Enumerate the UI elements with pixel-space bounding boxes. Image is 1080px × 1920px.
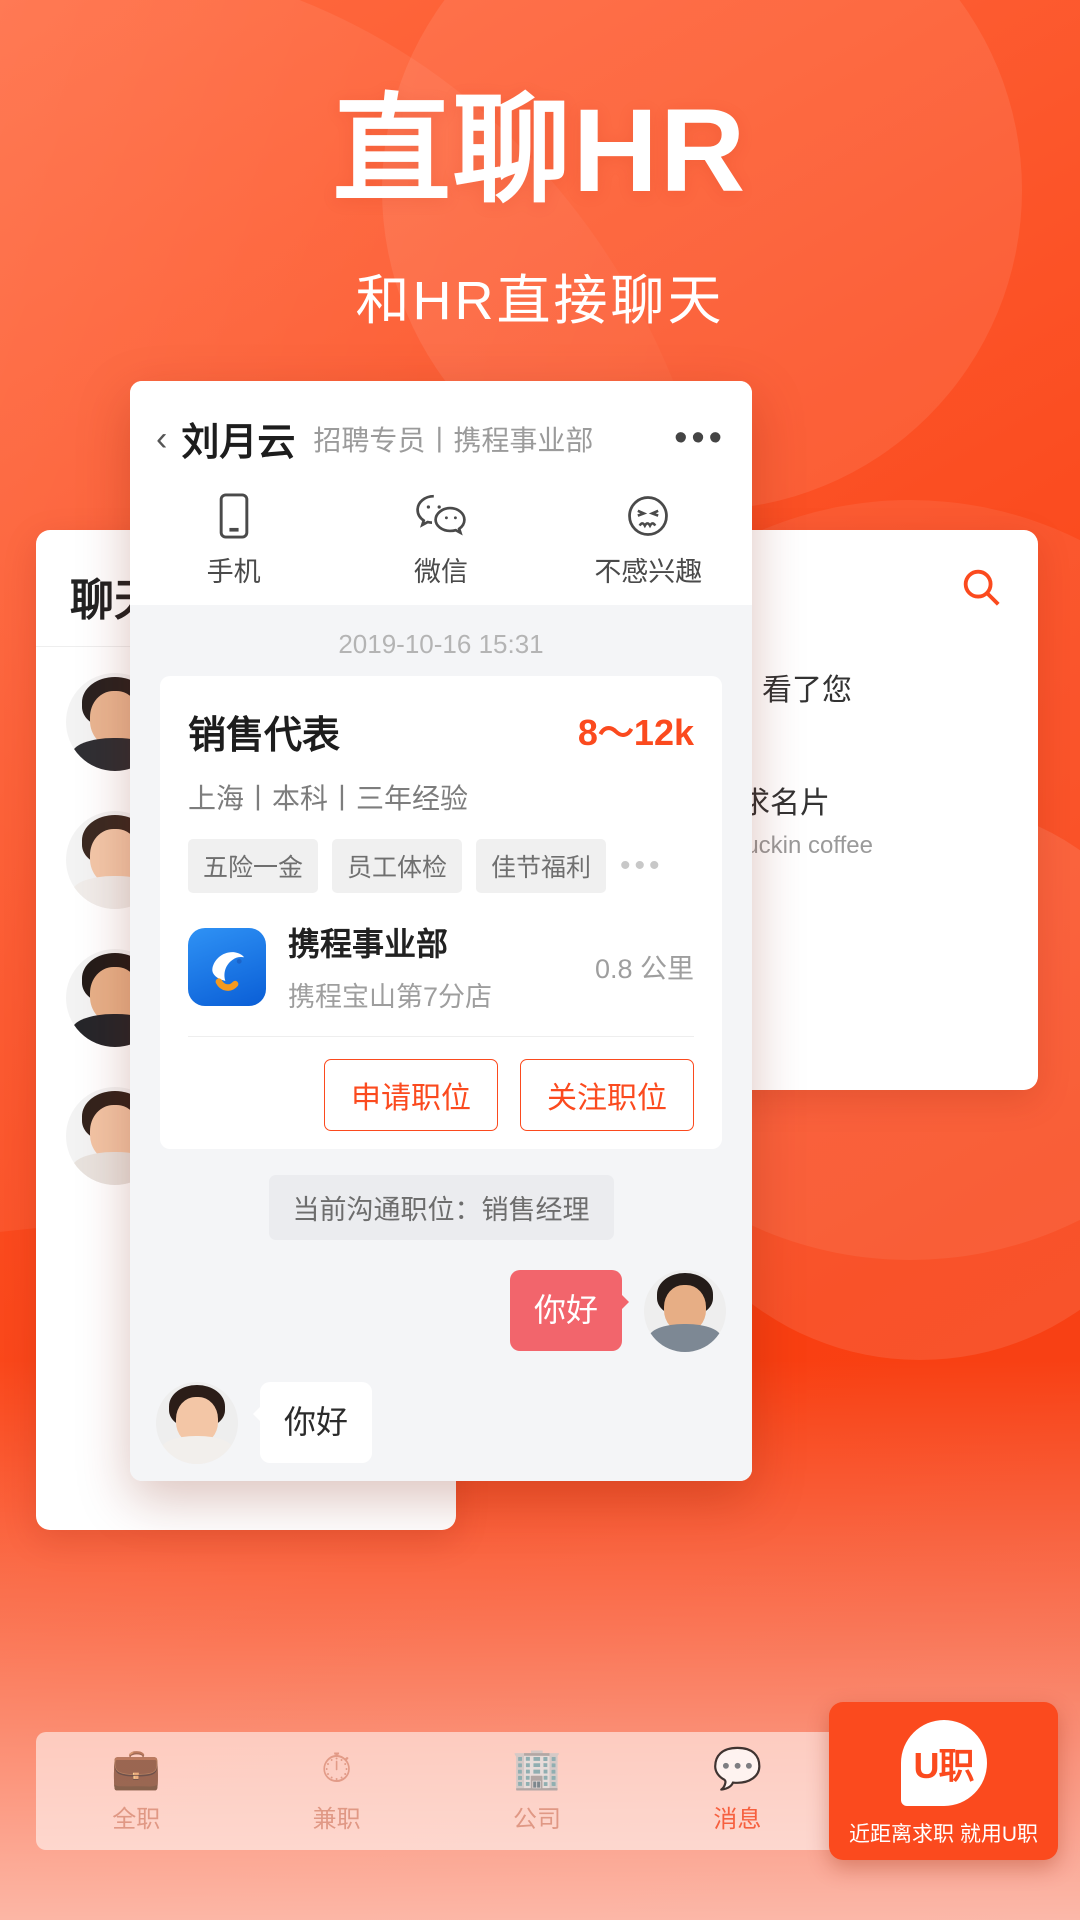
briefcase-icon: 💼: [111, 1746, 162, 1791]
company-distance: 0.8 公里: [594, 954, 694, 984]
action-phone-label: 手机: [206, 557, 261, 587]
company-name: 携程事业部: [288, 926, 449, 962]
tab-fulltime-label: 全职: [112, 1805, 161, 1833]
ctrip-logo-icon: [188, 927, 266, 1006]
tab-parttime[interactable]: ⏱ 兼职: [236, 1749, 436, 1834]
list-item-label: 看了您: [762, 674, 852, 707]
list-item-sublabel: luckin coffee: [740, 832, 873, 859]
job-salary: 8～12k: [577, 712, 694, 753]
action-wechat[interactable]: 微信: [337, 492, 544, 589]
message-timestamp: 2019-10-16 15:31: [338, 629, 544, 659]
tab-company-label: 公司: [513, 1805, 562, 1833]
job-card[interactable]: 销售代表 8～12k 上海丨本科丨三年经验 五险一金 员工体检 佳节福利 •••: [160, 676, 722, 1149]
job-meta: 上海丨本科丨三年经验: [188, 783, 469, 814]
chat-detail-panel: ‹ 刘月云 招聘专员丨携程事业部 ••• 手机 微信 不感兴趣 2019-10-…: [130, 381, 752, 1481]
apply-job-button[interactable]: 申请职位: [324, 1059, 498, 1131]
tab-company[interactable]: 🏢 公司: [437, 1749, 637, 1834]
message-icon: 💬: [712, 1746, 763, 1791]
job-tag: 五险一金: [188, 839, 319, 893]
ujob-logo-icon: U职: [900, 1720, 987, 1806]
job-card-buttons: 申请职位 关注职位: [188, 1037, 694, 1131]
contact-role: 招聘专员丨携程事业部: [313, 424, 594, 456]
chat-action-bar: 手机 微信 不感兴趣: [130, 488, 752, 605]
tab-parttime-label: 兼职: [312, 1805, 361, 1833]
company-text: 携程事业部 携程宝山第7分店: [288, 919, 492, 1014]
chat-header: ‹ 刘月云 招聘专员丨携程事业部 •••: [130, 381, 752, 488]
job-tag: 佳节福利: [476, 839, 607, 893]
company-row[interactable]: 携程事业部 携程宝山第7分店 0.8 公里: [188, 919, 694, 1014]
avatar: [156, 1382, 238, 1464]
tab-fulltime[interactable]: 💼 全职: [36, 1749, 236, 1834]
message-bubble: 你好: [252, 1382, 373, 1464]
chevron-left-icon[interactable]: ‹: [156, 422, 167, 456]
contact-name: 刘月云: [181, 422, 296, 464]
brand-slogan: 近距离求职 就用U职: [849, 1823, 1038, 1846]
job-card-header: 销售代表 8～12k: [188, 704, 694, 759]
action-wechat-label: 微信: [413, 557, 468, 587]
parttime-icon: ⏱: [321, 1746, 353, 1791]
action-phone[interactable]: 手机: [130, 492, 337, 589]
list-item-text-block: 求名片 luckin coffee: [740, 778, 873, 860]
job-title: 销售代表: [188, 715, 341, 757]
message-row: 你好: [130, 1270, 752, 1352]
follow-job-button[interactable]: 关注职位: [520, 1059, 694, 1131]
avatar: [644, 1270, 726, 1352]
search-icon[interactable]: [958, 564, 1004, 615]
action-not-interested[interactable]: 不感兴趣: [545, 492, 752, 589]
current-position-notice: 当前沟通职位：销售经理: [268, 1175, 614, 1240]
company-icon: 🏢: [512, 1746, 562, 1791]
app-brand-badge: U职 近距离求职 就用U职: [829, 1702, 1058, 1860]
tab-messages-label: 消息: [713, 1805, 762, 1833]
job-tag: 员工体检: [332, 839, 463, 893]
list-item-label: 求名片: [740, 787, 830, 820]
page-title: 直聊HR: [332, 85, 748, 217]
action-not-interested-label: 不感兴趣: [594, 557, 703, 587]
tab-messages[interactable]: 💬 消息: [637, 1749, 837, 1834]
message-row: 你好: [130, 1382, 752, 1464]
chat-message-area: 2019-10-16 15:31 销售代表 8～12k 上海丨本科丨三年经验 五…: [130, 605, 752, 1481]
more-dots-icon[interactable]: •••: [674, 419, 726, 457]
hero-section: 直聊HR 和HR直接聊天: [0, 92, 1080, 335]
page-subtitle: 和HR直接聊天: [355, 271, 725, 331]
message-bubble: 你好: [509, 1270, 630, 1352]
job-tag-list: 五险一金 员工体检 佳节福利 •••: [188, 839, 694, 893]
company-branch: 携程宝山第7分店: [288, 982, 493, 1012]
job-tag-more-icon: •••: [620, 849, 664, 882]
